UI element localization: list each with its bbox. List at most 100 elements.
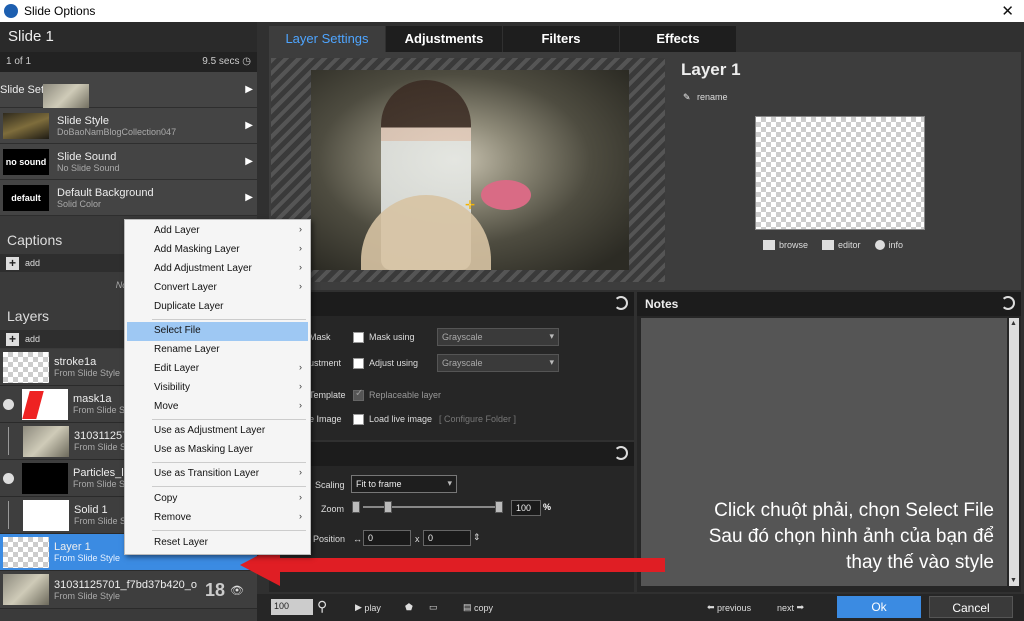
tab-effects[interactable]: Effects [620,26,736,52]
live-image-checkbox[interactable] [353,414,364,425]
ctx-select-file[interactable]: Select File [127,322,308,341]
position-x-field[interactable]: 0 [363,530,411,546]
info-button[interactable]: info [874,240,904,250]
layer-asset-preview [755,116,925,230]
layer-thumb [3,574,49,605]
slide-settings-thumb [43,84,89,110]
ctx-separator [152,486,306,487]
tab-filters[interactable]: Filters [503,26,619,52]
replaceable-checkbox[interactable] [353,388,364,401]
ctx-add-masking-layer[interactable]: Add Masking Layer › [127,241,308,260]
ctx-label: Add Adjustment Layer [154,263,252,274]
ctx-edit-layer[interactable]: Edit Layer › [127,360,308,379]
zoom-max-icon [495,501,503,513]
layer-name: 31031125701_f7bd37b420_o [54,578,197,591]
ctx-add-adjustment-layer[interactable]: Add Adjustment Layer › [127,260,308,279]
previous-button[interactable]: ⬅ previous [707,602,751,613]
scroll-up-icon[interactable]: ▲ [1010,320,1017,327]
scaling-dropdown[interactable]: Fit to frame [351,475,457,493]
editor-icon [822,240,835,250]
ctx-use-as-transition-layer[interactable]: Use as Transition Layer › [127,465,308,484]
app-icon [4,4,18,18]
tab-layer-settings[interactable]: Layer Settings [269,26,385,52]
submenu-arrow-icon: › [299,511,302,521]
browse-button[interactable]: browse [763,240,808,250]
next-button[interactable]: next ➡ [777,602,804,613]
editor-button[interactable]: editor [822,240,861,250]
scroll-down-icon[interactable]: ▼ [1010,577,1017,584]
layer-count-badge: 18 [205,580,226,600]
ctx-label: Reset Layer [154,537,208,548]
main-panel: Layer Settings Adjustments Filters Effec… [257,22,1024,621]
ctx-use-as-masking-layer[interactable]: Use as Masking Layer [127,441,308,460]
close-icon[interactable]: ✕ [1001,2,1014,20]
preview-zoom-input[interactable]: 100 [271,599,313,615]
annotation-arrow-shaft [275,558,665,572]
layer-thumb [22,388,68,420]
reset-icon[interactable] [614,446,628,460]
copy-button[interactable]: ▤ copy [463,602,493,613]
adjust-checkbox[interactable] [353,358,364,369]
slide-sound-thumb: no sound [3,148,49,175]
layer-thumb [3,536,49,568]
zoom-slider-handle[interactable] [384,501,393,513]
mask-using-dropdown[interactable]: Grayscale [437,328,559,346]
ctx-visibility[interactable]: Visibility › [127,379,308,398]
menu-slide-settings[interactable]: Slide Settings ▶ [0,72,257,110]
chevron-right-icon: ▶ [245,84,253,95]
ctx-copy[interactable]: Copy › [127,490,308,509]
ctx-rename-layer[interactable]: Rename Layer [127,341,308,360]
visibility-toggle-icon[interactable] [3,398,14,410]
ctx-remove[interactable]: Remove › [127,509,308,528]
search-icon[interactable]: ⚲ [317,598,327,615]
menu-slide-style[interactable]: Slide Style DoBaoNamBlogCollection047 ▶ [0,108,257,144]
ctx-convert-layer[interactable]: Convert Layer › [127,279,308,298]
menu-default-background[interactable]: default Default Background Solid Color ▶ [0,180,257,216]
menu-slide-sound[interactable]: no sound Slide Sound No Slide Sound ▶ [0,144,257,180]
ctx-label: Copy [154,493,178,504]
configure-folder-link[interactable]: [ Configure Folder ] [439,414,516,424]
ctx-move[interactable]: Move › [127,398,308,417]
mask-using-label: Mask using [369,332,415,342]
tab-adjustments[interactable]: Adjustments [386,26,502,52]
ctx-label: Add Masking Layer [154,244,240,255]
ctx-label: Use as Masking Layer [154,444,253,455]
play-button[interactable]: ▶ play [355,602,381,613]
stepper-icon[interactable]: ⇕ [473,532,481,543]
frame-icon[interactable]: ▭ [429,602,438,613]
scaling-label: Scaling [315,480,345,490]
submenu-arrow-icon: › [299,467,302,477]
ok-button[interactable]: Ok [837,596,921,618]
ctx-label: Add Layer [154,225,200,236]
ctx-duplicate-layer[interactable]: Duplicate Layer [127,298,308,317]
crosshair-icon[interactable]: ✛ [465,198,475,212]
submenu-arrow-icon: › [299,281,302,291]
zoom-min-icon [352,501,360,513]
context-menu: Add Layer › Add Masking Layer › Add Adjust… [124,219,311,555]
clock-icon: ◷ [242,56,251,67]
reset-icon[interactable] [614,296,628,310]
cancel-button[interactable]: Cancel [929,596,1013,618]
mask-checkbox[interactable] [353,332,364,343]
position-separator: x [415,534,420,544]
adjustment-label: ustment [309,358,342,368]
ctx-add-layer[interactable]: Add Layer › [127,222,308,241]
visibility-toggle-icon[interactable] [3,472,14,484]
info-label: info [888,240,904,250]
zoom-value-field[interactable]: 100 [511,500,541,516]
ctx-label: Select File [154,325,201,336]
ctx-use-as-adjustment-layer[interactable]: Use as Adjustment Layer [127,422,308,441]
rename-link[interactable]: ✎ rename [683,92,728,102]
preview-canvas[interactable]: ✛ [271,58,665,282]
ctx-reset-layer[interactable]: Reset Layer [127,534,308,553]
marker-icon[interactable]: ⬟ [405,602,413,613]
layer-source: From Slide Style [54,368,121,378]
add-caption-label: add [25,258,41,268]
pencil-icon: ✎ [683,92,691,102]
adjust-using-dropdown[interactable]: Grayscale [437,354,559,372]
zoom-slider-track[interactable] [363,506,497,508]
position-y-field[interactable]: 0 [423,530,471,546]
notes-scrollbar[interactable]: ▲ ▼ [1009,318,1019,586]
menu-sub: Solid Color [57,198,102,209]
reset-icon[interactable] [1001,296,1015,310]
